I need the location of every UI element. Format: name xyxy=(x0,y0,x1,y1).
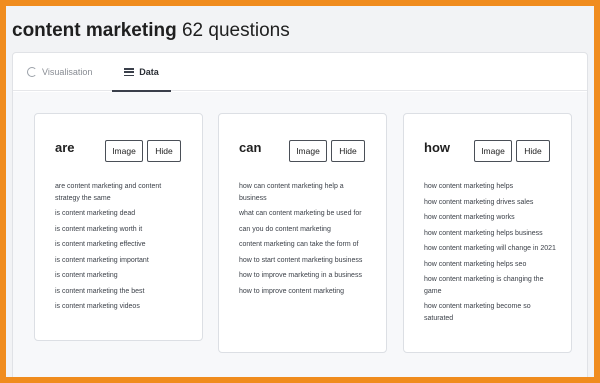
list-icon xyxy=(124,68,135,76)
tab-data[interactable]: Data xyxy=(112,53,171,92)
question-item[interactable]: how to start content marketing business xyxy=(239,255,371,267)
question-item[interactable]: is content marketing videos xyxy=(55,301,187,313)
question-list: are content marketing and content strate… xyxy=(55,181,187,317)
question-item[interactable]: what can content marketing be used for xyxy=(239,208,371,220)
question-item[interactable]: is content marketing xyxy=(55,270,187,282)
question-list: how content marketing helps how content … xyxy=(424,181,556,328)
question-item[interactable]: how content marketing become so saturate… xyxy=(424,301,556,324)
hide-button[interactable]: Hide xyxy=(147,140,181,162)
question-item[interactable]: content marketing can take the form of xyxy=(239,239,371,251)
image-button[interactable]: Image xyxy=(105,140,143,162)
page-title-keyword: content marketing xyxy=(12,20,177,41)
page-title: content marketing 62 questions xyxy=(12,20,290,42)
tab-visualisation-label: Visualisation xyxy=(42,67,93,77)
question-card-how: how Image Hide how content marketing hel… xyxy=(403,113,572,353)
question-card-are: are Image Hide are content marketing and… xyxy=(34,113,203,341)
question-item[interactable]: are content marketing and content strate… xyxy=(55,181,187,204)
image-button[interactable]: Image xyxy=(289,140,327,162)
app-frame: content marketing 62 questions Visualisa… xyxy=(6,6,594,377)
card-heading: are xyxy=(55,140,75,155)
question-item[interactable]: how content marketing helps business xyxy=(424,228,556,240)
question-card-can: can Image Hide how can content marketing… xyxy=(218,113,387,353)
question-item[interactable]: is content marketing dead xyxy=(55,208,187,220)
question-item[interactable]: how content marketing helps seo xyxy=(424,259,556,271)
question-count: 62 questions xyxy=(181,20,290,41)
question-item[interactable]: is content marketing effective xyxy=(55,239,187,251)
question-item[interactable]: how content marketing is changing the ga… xyxy=(424,274,556,297)
card-heading: how xyxy=(424,140,450,155)
data-view: are Image Hide are content marketing and… xyxy=(13,92,587,377)
question-item[interactable]: how content marketing works xyxy=(424,212,556,224)
question-item[interactable]: how content marketing helps xyxy=(424,181,556,193)
question-item[interactable]: can you do content marketing xyxy=(239,224,371,236)
loading-ring-icon xyxy=(27,67,37,77)
tab-data-label: Data xyxy=(139,67,159,77)
question-item[interactable]: how to improve content marketing xyxy=(239,286,371,298)
image-button[interactable]: Image xyxy=(474,140,512,162)
hide-button[interactable]: Hide xyxy=(516,140,550,162)
tab-bar: Visualisation Data xyxy=(13,53,587,92)
question-item[interactable]: how to improve marketing in a business xyxy=(239,270,371,282)
card-heading: can xyxy=(239,140,262,155)
hide-button[interactable]: Hide xyxy=(331,140,365,162)
question-item[interactable]: how content marketing drives sales xyxy=(424,197,556,209)
question-item[interactable]: how content marketing will change in 202… xyxy=(424,243,556,255)
tab-visualisation[interactable]: Visualisation xyxy=(27,53,92,91)
results-panel: Visualisation Data are Image Hide are co… xyxy=(12,52,588,377)
question-item[interactable]: is content marketing important xyxy=(55,255,187,267)
question-item[interactable]: is content marketing the best xyxy=(55,286,187,298)
question-item[interactable]: is content marketing worth it xyxy=(55,224,187,236)
question-item[interactable]: how can content marketing help a busines… xyxy=(239,181,371,204)
question-list: how can content marketing help a busines… xyxy=(239,181,371,301)
